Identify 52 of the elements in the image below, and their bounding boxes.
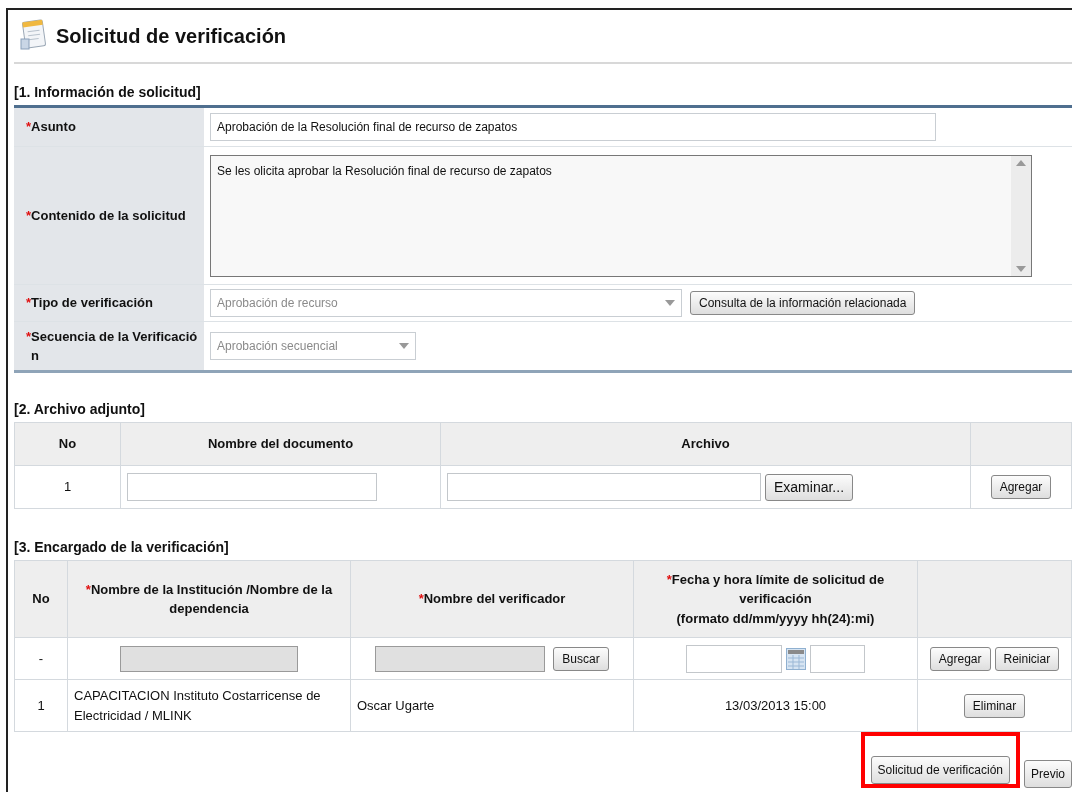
caret-icon [665, 300, 675, 306]
column-header: Nombre del verificador [423, 591, 566, 607]
scroll-down-icon[interactable] [1016, 265, 1026, 272]
document-icon [18, 19, 48, 53]
preview-button[interactable]: Previo [1024, 760, 1072, 788]
required-mark: * [26, 327, 32, 346]
date-field[interactable] [686, 644, 782, 673]
time-field[interactable] [810, 644, 865, 673]
column-note: (formato dd/mm/yyyy hh(24):mi) [675, 609, 876, 628]
required-mark: * [666, 571, 672, 587]
calendar-icon[interactable] [786, 647, 806, 670]
section-heading: [1. Información de solicitud] [14, 83, 202, 102]
file-path-field[interactable] [447, 473, 761, 501]
required-mark: * [85, 581, 91, 597]
text-area-value: Se les olicita aprobar la Resolución final de recurso de zapatos [216, 162, 553, 180]
section-heading: [3. Encargado de la verificación] [14, 538, 230, 557]
column-header: Fecha y hora límite de solicitud de verificación [671, 571, 885, 607]
field-label: Tipo de verificación [31, 294, 153, 313]
table-cell: - [14, 637, 68, 680]
scroll-up-icon[interactable] [1016, 159, 1026, 166]
institution-field[interactable] [120, 645, 298, 672]
field-label: Secuencia de la Verificación [31, 327, 198, 365]
add-button[interactable]: Agregar [929, 646, 991, 671]
column-header: No [32, 591, 50, 607]
text-field[interactable]: Aprobación de la Resolución final de recurso de zapatos [210, 113, 936, 141]
browse-button[interactable]: Examinar... [765, 473, 854, 501]
search-button[interactable]: Buscar [553, 646, 609, 671]
table-cell: 1 [14, 679, 68, 732]
table-cell: Oscar Ugarte [350, 679, 634, 732]
table-cell: 1 [14, 465, 121, 509]
caret-icon [399, 343, 409, 349]
submit-button[interactable]: Solicitud de verificación [870, 756, 1010, 784]
section-heading: [2. Archivo adjunto] [14, 400, 146, 419]
field-label: Contenido de la solicitud [31, 206, 186, 225]
field-label: Asunto [31, 118, 76, 137]
required-mark: * [26, 294, 32, 313]
column-header: No [14, 422, 121, 466]
required-mark: * [26, 206, 32, 225]
text-area[interactable]: Se les olicita aprobar la Resolución final de recurso de zapatos [210, 154, 1032, 277]
add-button[interactable]: Agregar [990, 475, 1052, 499]
required-mark: * [418, 591, 424, 607]
reset-button[interactable]: Reiniciar [994, 646, 1060, 671]
delete-button[interactable]: Eliminar [963, 693, 1026, 718]
table-cell: CAPACITACION Instituto Costarricense de Electricidad / MLINK [67, 679, 351, 732]
column-header: Nombre del documento [120, 422, 441, 466]
verifier-field[interactable] [375, 645, 546, 672]
page-title: Solicitud de verificación [56, 24, 287, 49]
column-header: Archivo [440, 422, 971, 466]
table-cell: 13/03/2013 15:00 [633, 679, 918, 732]
document-name-field[interactable] [127, 473, 377, 501]
required-mark: * [26, 118, 32, 137]
column-header: Nombre de la Institución /Nombre de la dependencia [90, 581, 333, 616]
